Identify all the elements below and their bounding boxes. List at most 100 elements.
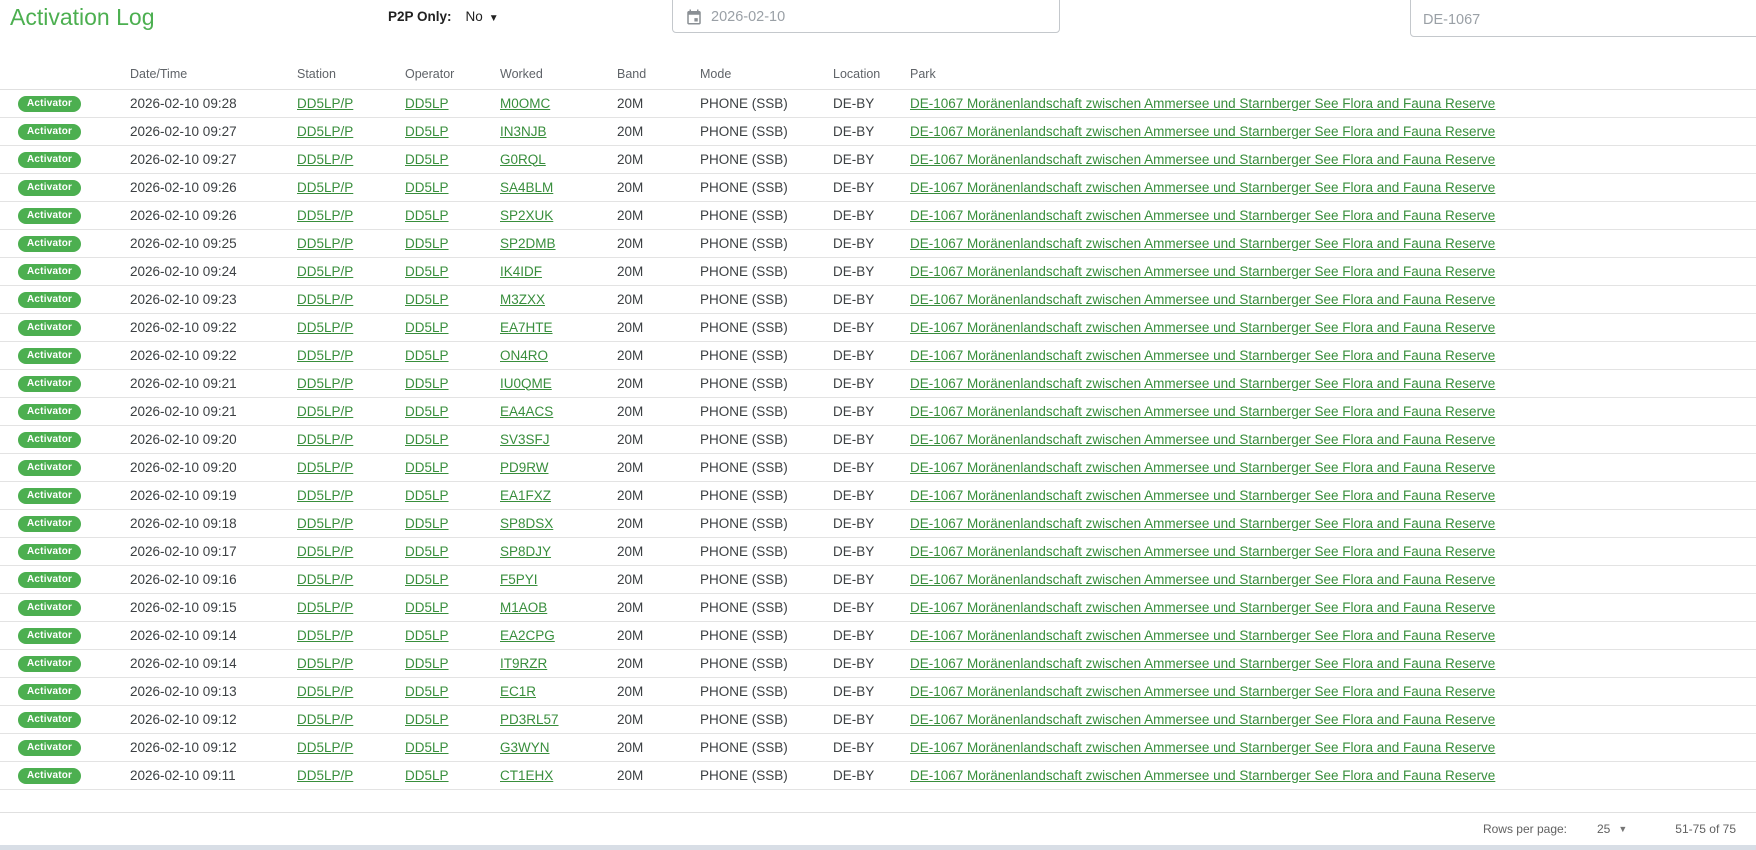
park-link[interactable]: DE-1067 Moränenlandschaft zwischen Ammer… [910, 264, 1495, 279]
operator-link[interactable]: DD5LP [405, 404, 449, 419]
station-link[interactable]: DD5LP/P [297, 712, 353, 727]
worked-link[interactable]: SP8DSX [500, 516, 553, 531]
operator-link[interactable]: DD5LP [405, 740, 449, 755]
chevron-down-icon[interactable]: ▼ [489, 13, 499, 24]
park-link[interactable]: DE-1067 Moränenlandschaft zwischen Ammer… [910, 432, 1495, 447]
station-link[interactable]: DD5LP/P [297, 544, 353, 559]
park-link[interactable]: DE-1067 Moränenlandschaft zwischen Ammer… [910, 236, 1495, 251]
station-link[interactable]: DD5LP/P [297, 376, 353, 391]
operator-link[interactable]: DD5LP [405, 264, 449, 279]
operator-link[interactable]: DD5LP [405, 124, 449, 139]
operator-link[interactable]: DD5LP [405, 572, 449, 587]
operator-link[interactable]: DD5LP [405, 516, 449, 531]
station-link[interactable]: DD5LP/P [297, 768, 353, 783]
operator-link[interactable]: DD5LP [405, 768, 449, 783]
operator-link[interactable]: DD5LP [405, 488, 449, 503]
park-link[interactable]: DE-1067 Moränenlandschaft zwischen Ammer… [910, 96, 1495, 111]
p2p-value[interactable]: No [466, 9, 483, 24]
station-link[interactable]: DD5LP/P [297, 740, 353, 755]
worked-link[interactable]: IU0QME [500, 376, 552, 391]
station-link[interactable]: DD5LP/P [297, 292, 353, 307]
station-link[interactable]: DD5LP/P [297, 180, 353, 195]
operator-link[interactable]: DD5LP [405, 684, 449, 699]
park-link[interactable]: DE-1067 Moränenlandschaft zwischen Ammer… [910, 320, 1495, 335]
operator-link[interactable]: DD5LP [405, 376, 449, 391]
operator-link[interactable]: DD5LP [405, 292, 449, 307]
worked-link[interactable]: IN3NJB [500, 124, 547, 139]
worked-link[interactable]: G3WYN [500, 740, 550, 755]
operator-link[interactable]: DD5LP [405, 348, 449, 363]
worked-link[interactable]: SP2XUK [500, 208, 553, 223]
worked-link[interactable]: F5PYI [500, 572, 538, 587]
station-link[interactable]: DD5LP/P [297, 488, 353, 503]
park-link[interactable]: DE-1067 Moränenlandschaft zwischen Ammer… [910, 376, 1495, 391]
park-link[interactable]: DE-1067 Moränenlandschaft zwischen Ammer… [910, 180, 1495, 195]
date-field[interactable] [711, 9, 1029, 25]
worked-link[interactable]: SP8DJY [500, 544, 551, 559]
worked-link[interactable]: CT1EHX [500, 768, 553, 783]
worked-link[interactable]: PD3RL57 [500, 712, 559, 727]
worked-link[interactable]: SA4BLM [500, 180, 553, 195]
operator-link[interactable]: DD5LP [405, 152, 449, 167]
operator-link[interactable]: DD5LP [405, 236, 449, 251]
park-link[interactable]: DE-1067 Moränenlandschaft zwischen Ammer… [910, 292, 1495, 307]
station-link[interactable]: DD5LP/P [297, 96, 353, 111]
park-link[interactable]: DE-1067 Moränenlandschaft zwischen Ammer… [910, 740, 1495, 755]
park-link[interactable]: DE-1067 Moränenlandschaft zwischen Ammer… [910, 516, 1495, 531]
operator-link[interactable]: DD5LP [405, 600, 449, 615]
operator-link[interactable]: DD5LP [405, 96, 449, 111]
worked-link[interactable]: ON4RO [500, 348, 548, 363]
park-link[interactable]: DE-1067 Moränenlandschaft zwischen Ammer… [910, 684, 1495, 699]
operator-link[interactable]: DD5LP [405, 432, 449, 447]
park-link[interactable]: DE-1067 Moränenlandschaft zwischen Ammer… [910, 460, 1495, 475]
worked-link[interactable]: SV3SFJ [500, 432, 550, 447]
worked-link[interactable]: M3ZXX [500, 292, 545, 307]
station-link[interactable]: DD5LP/P [297, 236, 353, 251]
horizontal-scrollbar[interactable] [0, 845, 1756, 850]
station-link[interactable]: DD5LP/P [297, 320, 353, 335]
worked-link[interactable]: IK4IDF [500, 264, 542, 279]
park-link[interactable]: DE-1067 Moränenlandschaft zwischen Ammer… [910, 152, 1495, 167]
p2p-filter[interactable]: P2P Only:No▼ [388, 9, 499, 24]
operator-link[interactable]: DD5LP [405, 628, 449, 643]
worked-link[interactable]: EA1FXZ [500, 488, 551, 503]
park-link[interactable]: DE-1067 Moränenlandschaft zwischen Ammer… [910, 488, 1495, 503]
park-link[interactable]: DE-1067 Moränenlandschaft zwischen Ammer… [910, 124, 1495, 139]
operator-link[interactable]: DD5LP [405, 712, 449, 727]
operator-link[interactable]: DD5LP [405, 544, 449, 559]
park-link[interactable]: DE-1067 Moränenlandschaft zwischen Ammer… [910, 208, 1495, 223]
station-link[interactable]: DD5LP/P [297, 628, 353, 643]
worked-link[interactable]: EA2CPG [500, 628, 555, 643]
operator-link[interactable]: DD5LP [405, 320, 449, 335]
worked-link[interactable]: EA4ACS [500, 404, 553, 419]
station-link[interactable]: DD5LP/P [297, 404, 353, 419]
worked-link[interactable]: M1AOB [500, 600, 547, 615]
chevron-down-icon[interactable]: ▼ [1618, 824, 1627, 834]
operator-link[interactable]: DD5LP [405, 460, 449, 475]
park-link[interactable]: DE-1067 Moränenlandschaft zwischen Ammer… [910, 544, 1495, 559]
station-link[interactable]: DD5LP/P [297, 264, 353, 279]
worked-link[interactable]: G0RQL [500, 152, 546, 167]
operator-link[interactable]: DD5LP [405, 208, 449, 223]
station-link[interactable]: DD5LP/P [297, 152, 353, 167]
station-link[interactable]: DD5LP/P [297, 516, 353, 531]
park-filter-input[interactable] [1410, 0, 1756, 37]
park-link[interactable]: DE-1067 Moränenlandschaft zwischen Ammer… [910, 348, 1495, 363]
park-link[interactable]: DE-1067 Moränenlandschaft zwischen Ammer… [910, 768, 1495, 783]
worked-link[interactable]: M0OMC [500, 96, 550, 111]
park-link[interactable]: DE-1067 Moränenlandschaft zwischen Ammer… [910, 600, 1495, 615]
operator-link[interactable]: DD5LP [405, 180, 449, 195]
park-link[interactable]: DE-1067 Moränenlandschaft zwischen Ammer… [910, 656, 1495, 671]
station-link[interactable]: DD5LP/P [297, 432, 353, 447]
park-link[interactable]: DE-1067 Moränenlandschaft zwischen Ammer… [910, 404, 1495, 419]
worked-link[interactable]: PD9RW [500, 460, 549, 475]
worked-link[interactable]: EA7HTE [500, 320, 553, 335]
operator-link[interactable]: DD5LP [405, 656, 449, 671]
worked-link[interactable]: EC1R [500, 684, 536, 699]
park-reference-field[interactable] [1423, 12, 1751, 28]
park-link[interactable]: DE-1067 Moränenlandschaft zwischen Ammer… [910, 712, 1495, 727]
park-link[interactable]: DE-1067 Moränenlandschaft zwischen Ammer… [910, 628, 1495, 643]
station-link[interactable]: DD5LP/P [297, 656, 353, 671]
park-link[interactable]: DE-1067 Moränenlandschaft zwischen Ammer… [910, 572, 1495, 587]
station-link[interactable]: DD5LP/P [297, 684, 353, 699]
